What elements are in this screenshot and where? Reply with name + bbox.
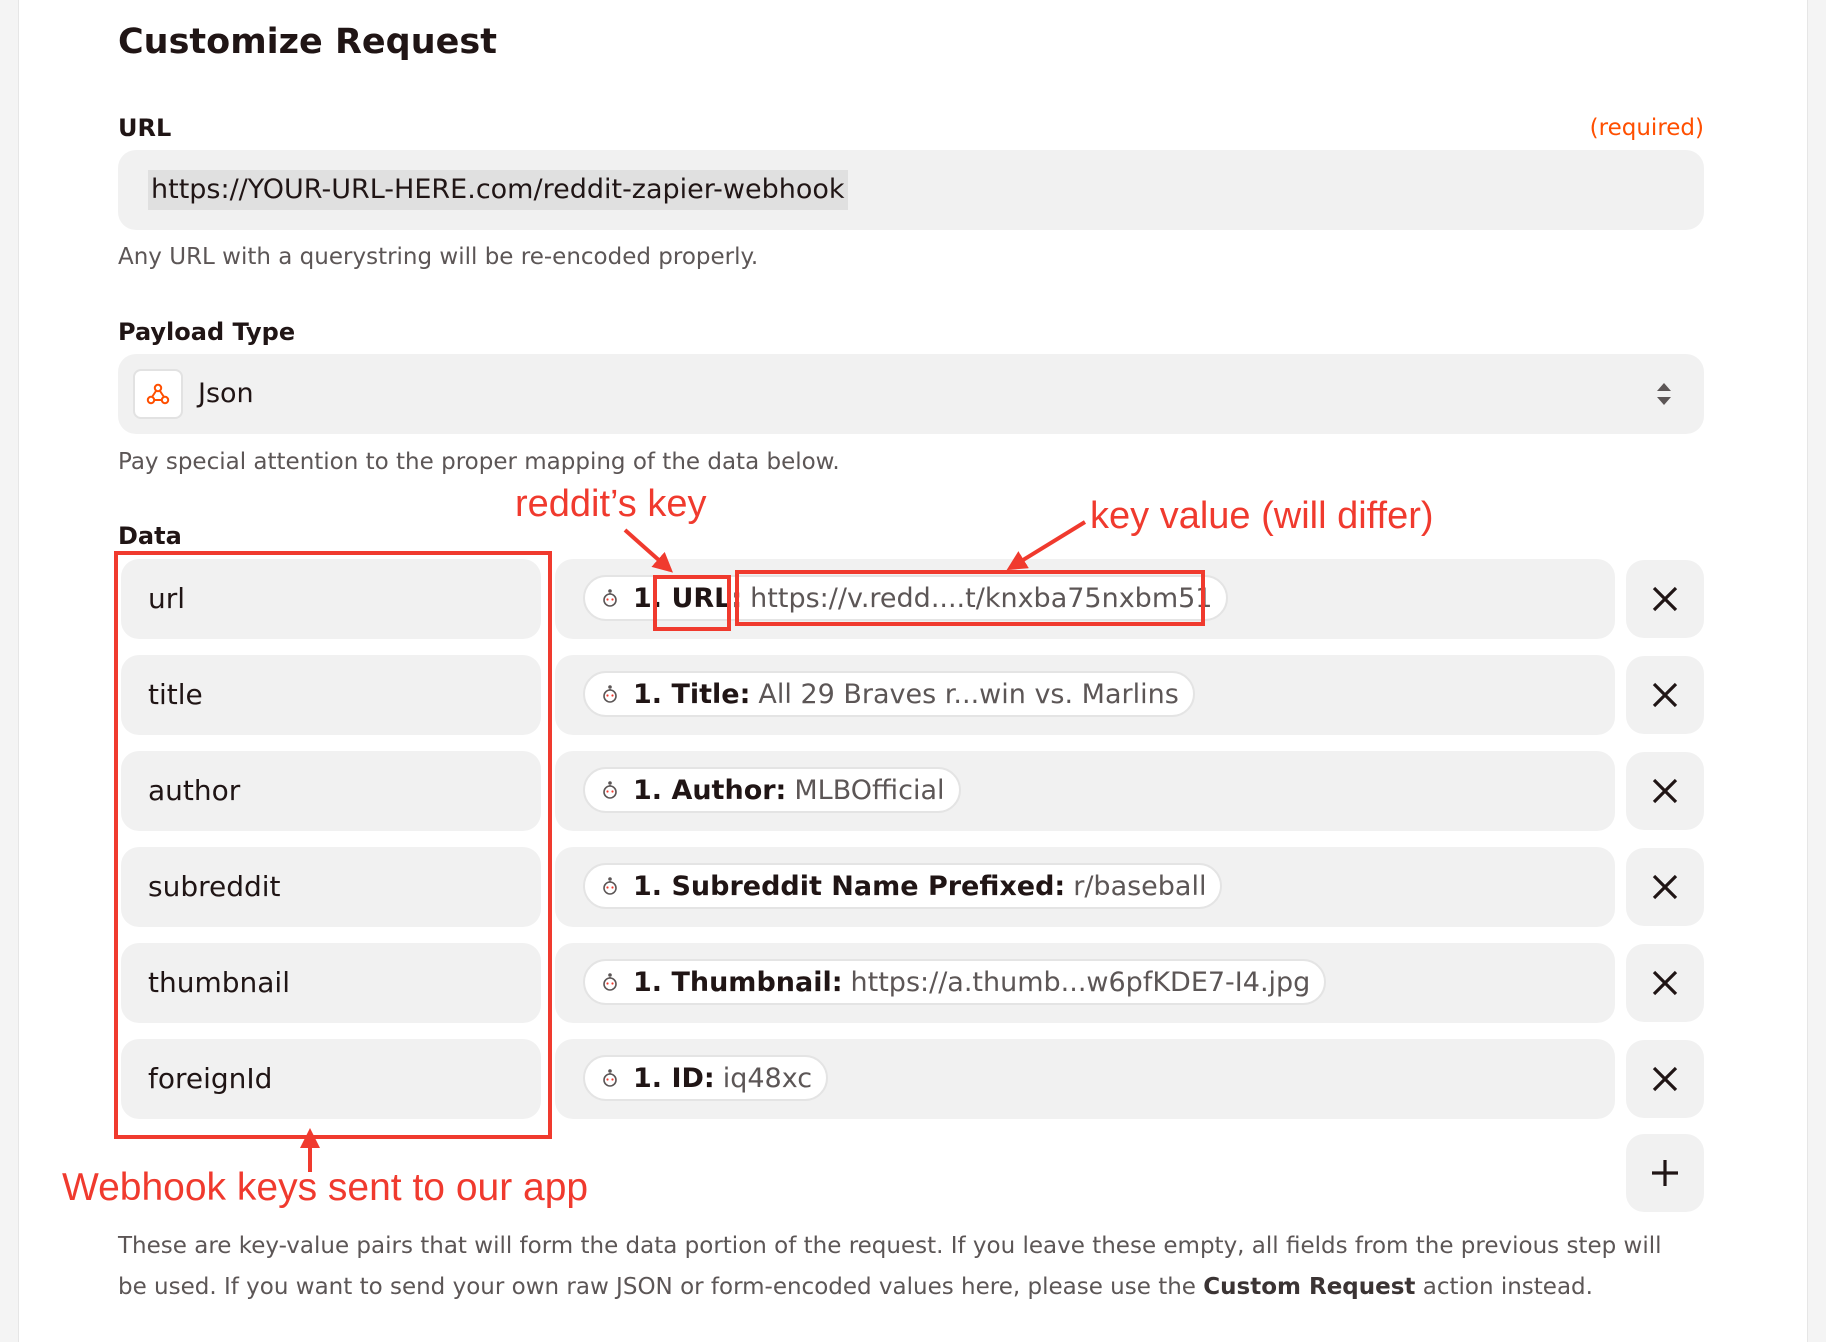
data-help-text: These are key-value pairs that will form…	[118, 1226, 1678, 1308]
custom-request-link-text: Custom Request	[1203, 1274, 1416, 1300]
data-help-text-end: action instead.	[1415, 1274, 1593, 1300]
key-value-arrow	[1006, 520, 1087, 571]
reddit-key-arrow	[623, 528, 673, 573]
annotation-arrows	[300, 520, 1087, 1172]
